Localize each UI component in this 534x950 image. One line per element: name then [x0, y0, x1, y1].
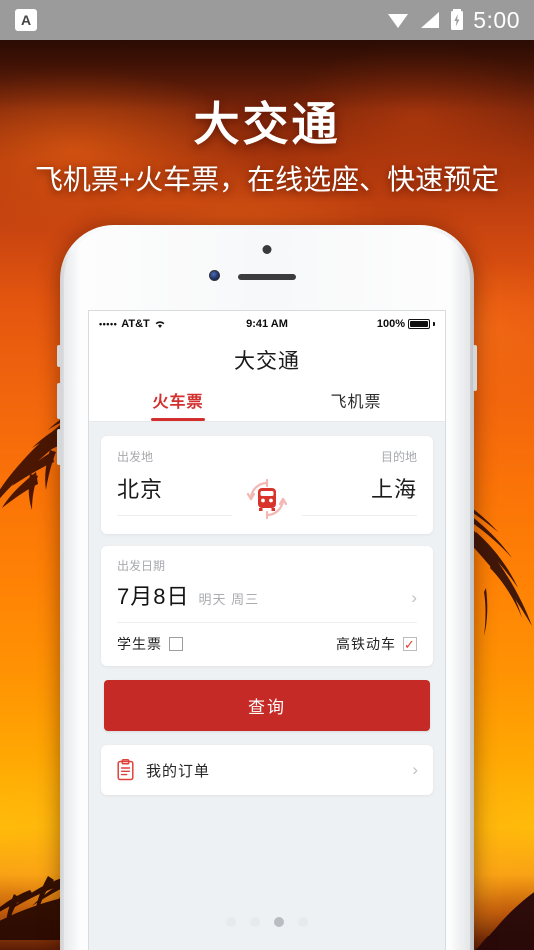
departure-underline	[117, 515, 232, 516]
tab-train-tickets[interactable]: 火车票	[89, 386, 267, 421]
search-button[interactable]: 查询	[104, 680, 430, 731]
battery-charging-icon	[451, 9, 464, 30]
app-page-title: 大交通	[89, 336, 445, 386]
checkbox-checked-icon[interactable]: ✓	[403, 637, 417, 651]
ios-signal-dots: •••••	[99, 318, 118, 329]
page-dot-2[interactable]	[250, 917, 260, 927]
status-bar-clock: 5:00	[473, 6, 520, 33]
departure-date-value: 7月8日	[117, 584, 190, 609]
phone-silent-switch	[57, 345, 61, 367]
phone-volume-up-button	[57, 383, 61, 419]
status-bar-indicators: 5:00	[386, 7, 534, 34]
page-dot-1[interactable]	[226, 917, 236, 927]
my-orders-label: 我的订单	[146, 762, 211, 780]
cellular-signal-icon	[421, 12, 440, 28]
search-form-area: 出发地 目的地 北京 上海 出发日期 7月8日 明天 周三 › 学生票 高铁动车…	[89, 422, 445, 795]
chevron-right-icon: ›	[411, 588, 417, 607]
my-orders-row[interactable]: 我的订单 ›	[101, 745, 433, 795]
option-high-speed-rail-label: 高铁动车	[336, 636, 396, 652]
option-high-speed-rail[interactable]: 高铁动车 ✓	[336, 634, 417, 654]
departure-date-label: 出发日期	[117, 559, 166, 573]
battery-tip	[433, 321, 435, 326]
app-icon-A: A	[15, 9, 37, 31]
option-student-ticket[interactable]: 学生票	[117, 634, 183, 654]
ios-battery-group: 100%	[377, 318, 435, 330]
phone-front-camera	[209, 270, 220, 281]
departure-label: 出发地	[117, 450, 154, 464]
battery-full-icon	[408, 318, 430, 329]
wifi-icon	[388, 14, 409, 28]
checkbox-unchecked-icon[interactable]	[169, 637, 183, 651]
departure-date-weekday: 明天 周三	[198, 592, 260, 607]
departure-date-row[interactable]: 7月8日 明天 周三 ›	[117, 574, 417, 623]
destination-label: 目的地	[380, 450, 417, 464]
phone-earpiece-speaker	[238, 274, 296, 280]
promo-subheadline: 飞机票+火车票，在线选座、快速预定	[34, 164, 500, 195]
phone-power-button	[473, 345, 477, 391]
departure-city[interactable]: 北京	[117, 472, 163, 504]
ios-carrier-name: AT&T	[121, 317, 150, 330]
destination-city[interactable]: 上海	[371, 472, 417, 504]
page-dot-4[interactable]	[298, 917, 308, 927]
phone-screen: ••••• AT&T 9:41 AM 100% 大交通 火车票 飞机票 出发地 …	[88, 310, 446, 950]
date-and-options-card: 出发日期 7月8日 明天 周三 › 学生票 高铁动车 ✓	[101, 546, 433, 666]
route-selection-card: 出发地 目的地 北京 上海	[101, 436, 433, 534]
phone-mockup: ••••• AT&T 9:41 AM 100% 大交通 火车票 飞机票 出发地 …	[57, 225, 477, 950]
chevron-right-icon: ›	[412, 760, 418, 779]
app-icon-letter: A	[20, 12, 32, 28]
tab-flight-tickets[interactable]: 飞机票	[267, 386, 445, 421]
ticket-options-row: 学生票 高铁动车 ✓	[117, 623, 417, 666]
wifi-icon	[155, 320, 165, 328]
promo-headline: 大交通	[193, 98, 341, 150]
clipboard-order-icon	[117, 759, 134, 781]
ticket-type-tabs: 火车票 飞机票	[89, 386, 445, 422]
option-student-ticket-label: 学生票	[117, 636, 162, 652]
android-status-bar: A 5:00	[0, 0, 534, 40]
route-labels-row: 出发地 目的地	[117, 448, 417, 465]
swap-train-icon[interactable]	[240, 472, 294, 526]
ios-status-bar: ••••• AT&T 9:41 AM 100%	[89, 311, 445, 336]
page-indicator-dots	[89, 917, 445, 927]
phone-proximity-sensor	[262, 245, 272, 254]
ios-battery-percent: 100%	[376, 317, 405, 330]
destination-underline	[302, 515, 417, 516]
ios-carrier-group: ••••• AT&T	[99, 318, 166, 330]
page-dot-3-active[interactable]	[274, 917, 284, 927]
phone-volume-down-button	[57, 429, 61, 465]
